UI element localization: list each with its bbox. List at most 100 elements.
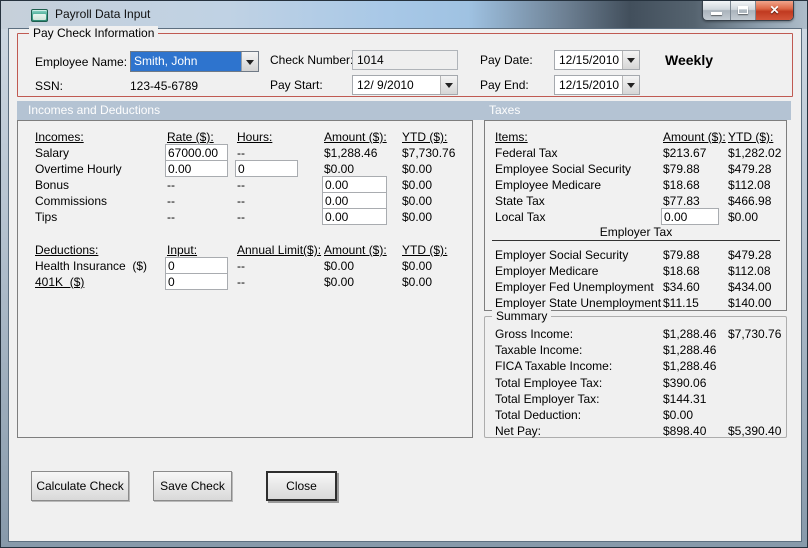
income-row-commissions: Commissions -- -- $0.00 bbox=[18, 192, 472, 209]
check-number-label: Check Number: bbox=[270, 53, 354, 67]
income-rate: -- bbox=[167, 194, 175, 208]
window-title: Payroll Data Input bbox=[55, 7, 151, 21]
maximize-button[interactable] bbox=[731, 1, 756, 20]
income-row-bonus: Bonus -- -- $0.00 bbox=[18, 176, 472, 193]
bonus-amount-input[interactable] bbox=[322, 176, 387, 193]
income-hours: -- bbox=[237, 146, 245, 160]
incomes-col-ytd: YTD ($): bbox=[402, 130, 448, 144]
deductions-col-item: Deductions: bbox=[35, 243, 99, 257]
summary-row-deduction: Total Deduction: $0.00 bbox=[485, 407, 786, 423]
summary-label: Total Deduction: bbox=[495, 408, 582, 422]
health-insurance-input[interactable] bbox=[165, 257, 228, 274]
taxes-col-amount: Amount ($): bbox=[663, 130, 726, 144]
minimize-button[interactable] bbox=[703, 1, 731, 20]
summary-ytd: $7,730.76 bbox=[728, 327, 782, 341]
tax-ytd: $1,282.02 bbox=[728, 146, 782, 160]
employee-name-value: Smith, John bbox=[134, 54, 198, 68]
deductions-header-row: Deductions: Input: Annual Limit($): Amou… bbox=[18, 242, 472, 258]
local-tax-input[interactable] bbox=[661, 208, 719, 225]
income-rate: -- bbox=[167, 210, 175, 224]
summary-row-fica: FICA Taxable Income: $1,288.46 bbox=[485, 358, 786, 374]
summary-amount: $1,288.46 bbox=[663, 343, 717, 357]
summary-group-label: Summary bbox=[492, 309, 552, 323]
close-button[interactable]: Close bbox=[266, 471, 337, 501]
summary-amount: $390.06 bbox=[663, 376, 707, 390]
tax-ytd: $466.98 bbox=[728, 194, 772, 208]
tax-label: State Tax bbox=[495, 194, 545, 208]
summary-label: FICA Taxable Income: bbox=[495, 359, 613, 373]
tax-label: Employer Medicare bbox=[495, 264, 599, 278]
check-number-field[interactable]: 1014 bbox=[352, 50, 458, 70]
incomes-col-rate: Rate ($): bbox=[167, 130, 214, 144]
tax-ytd: $479.28 bbox=[728, 248, 772, 262]
taxes-col-ytd: YTD ($): bbox=[728, 130, 774, 144]
summary-row-taxable: Taxable Income: $1,288.46 bbox=[485, 342, 786, 358]
summary-ytd: $5,390.40 bbox=[728, 424, 782, 438]
income-hours: -- bbox=[237, 194, 245, 208]
tax-ytd: $479.28 bbox=[728, 162, 772, 176]
income-label: Salary bbox=[35, 146, 70, 160]
tax-row-federal: Federal Tax $213.67 $1,282.02 bbox=[485, 145, 786, 161]
deduction-row-401k: 401K ($) -- $0.00 $0.00 bbox=[18, 273, 472, 290]
employee-name-combobox[interactable]: Smith, John bbox=[130, 51, 259, 72]
calculate-check-button[interactable]: Calculate Check bbox=[31, 471, 129, 501]
taxes-header-row: Items: Amount ($): YTD ($): bbox=[485, 129, 786, 145]
save-check-button[interactable]: Save Check bbox=[153, 471, 232, 501]
summary-label: Total Employee Tax: bbox=[495, 376, 603, 390]
close-icon: ✕ bbox=[769, 3, 780, 17]
pay-date-label: Pay Date: bbox=[480, 53, 533, 67]
employee-name-dropdown-button[interactable] bbox=[241, 52, 258, 71]
chevron-down-icon bbox=[246, 59, 254, 65]
ssn-value: 123-45-6789 bbox=[130, 79, 199, 93]
deductions-col-input: Input: bbox=[167, 243, 198, 257]
income-ytd: $0.00 bbox=[402, 162, 433, 176]
title-bar: Payroll Data Input ✕ bbox=[1, 1, 807, 29]
tax-label: Employer Fed Unemployment bbox=[495, 280, 654, 294]
tax-label: Employer Social Security bbox=[495, 248, 629, 262]
overtime-hours-input[interactable] bbox=[235, 160, 298, 177]
tax-ytd: $112.08 bbox=[728, 178, 771, 192]
tips-amount-input[interactable] bbox=[322, 208, 387, 225]
summary-row-employer-tax: Total Employer Tax: $144.31 bbox=[485, 391, 786, 407]
pay-date-picker[interactable]: 12/15/2010 bbox=[554, 50, 640, 70]
summary-label: Total Employer Tax: bbox=[495, 392, 600, 406]
tax-row-employee-ss: Employee Social Security $79.88 $479.28 bbox=[485, 161, 786, 177]
tax-row-state: State Tax $77.83 $466.98 bbox=[485, 193, 786, 209]
summary-label: Taxable Income: bbox=[495, 343, 583, 357]
deduction-limit: -- bbox=[237, 259, 245, 273]
paycheck-info-group: Pay Check Information Employee Name: Smi… bbox=[17, 26, 793, 97]
incomes-col-item: Incomes: bbox=[35, 130, 84, 144]
401k-input[interactable] bbox=[165, 273, 228, 290]
summary-row-gross: Gross Income: $1,288.46 $7,730.76 bbox=[485, 326, 786, 342]
minimize-icon bbox=[711, 12, 722, 15]
deduction-401k-link[interactable]: 401K ($) bbox=[35, 274, 84, 290]
tax-amount: $18.68 bbox=[663, 178, 700, 192]
incomes-col-amount: Amount ($): bbox=[324, 130, 387, 144]
pay-end-picker[interactable]: 12/15/2010 bbox=[554, 75, 640, 95]
pay-end-dropdown-button[interactable] bbox=[622, 76, 639, 94]
section-header-band: Incomes and Deductions Taxes bbox=[17, 101, 791, 120]
summary-row-employee-tax: Total Employee Tax: $390.06 bbox=[485, 375, 786, 391]
pay-date-value: 12/15/2010 bbox=[559, 53, 620, 67]
tax-row-local: Local Tax $0.00 bbox=[485, 208, 786, 225]
pay-start-picker[interactable]: 12/ 9/2010 bbox=[352, 75, 458, 95]
summary-amount: $1,288.46 bbox=[663, 359, 717, 373]
overtime-rate-input[interactable] bbox=[165, 160, 228, 177]
payroll-dialog-window: Payroll Data Input ✕ Pay Check Informati… bbox=[0, 0, 808, 548]
summary-label: Net Pay: bbox=[495, 424, 542, 438]
tax-ytd: $140.00 bbox=[728, 296, 772, 310]
income-amount: $1,288.46 bbox=[324, 146, 378, 160]
deduction-label: Health Insurance ($) bbox=[35, 259, 148, 273]
pay-start-dropdown-button[interactable] bbox=[440, 76, 457, 94]
pay-end-value: 12/15/2010 bbox=[559, 78, 620, 92]
employee-name-label: Employee Name: bbox=[35, 55, 128, 69]
salary-rate-input[interactable] bbox=[165, 144, 228, 161]
close-window-button[interactable]: ✕ bbox=[756, 1, 793, 20]
pay-date-dropdown-button[interactable] bbox=[622, 51, 639, 69]
income-label: Tips bbox=[35, 210, 58, 224]
deductions-col-ytd: YTD ($): bbox=[402, 243, 448, 257]
taxes-panel: Items: Amount ($): YTD ($): Federal Tax … bbox=[484, 120, 787, 311]
deductions-col-limit: Annual Limit($): bbox=[237, 243, 322, 257]
commissions-amount-input[interactable] bbox=[322, 192, 387, 209]
summary-amount: $898.40 bbox=[663, 424, 707, 438]
